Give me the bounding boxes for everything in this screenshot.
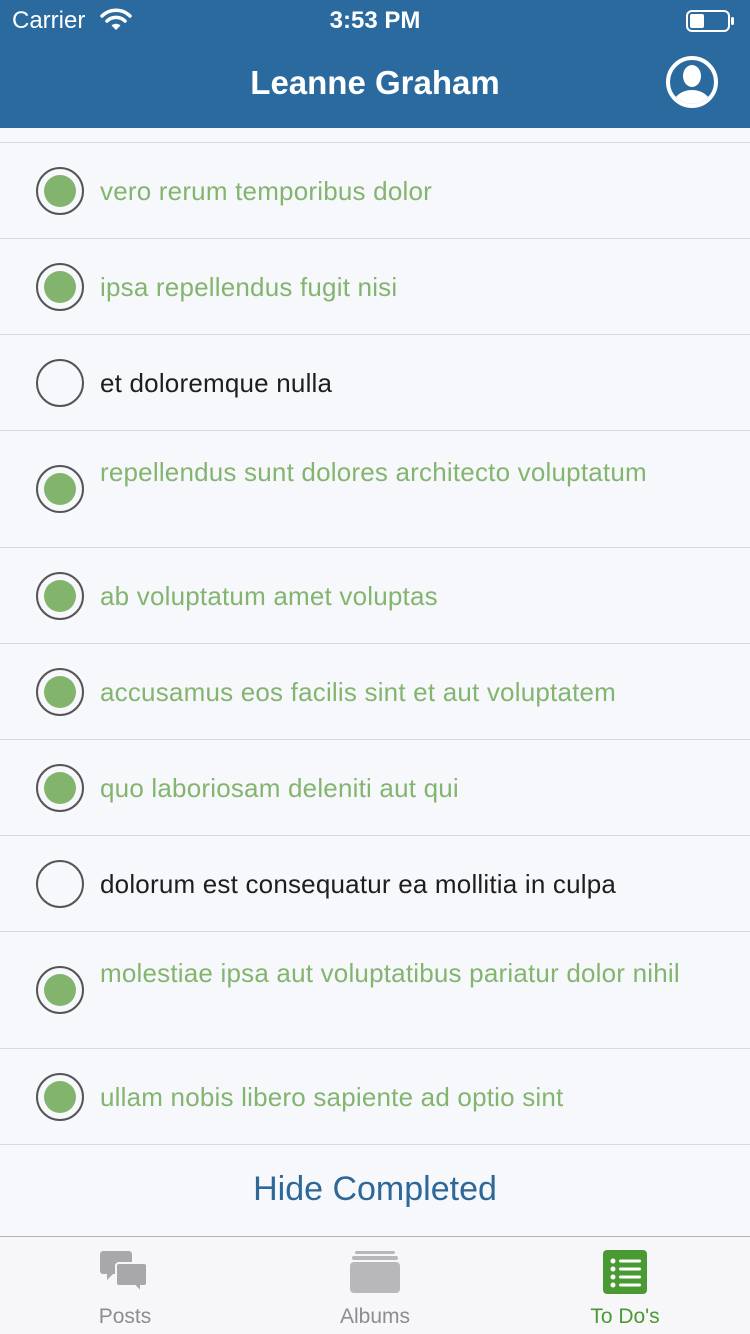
status-time: 3:53 PM <box>329 7 421 34</box>
tab-posts[interactable]: Posts <box>0 1237 250 1334</box>
hide-completed-button[interactable]: Hide Completed <box>0 1170 750 1209</box>
todo-text: et doloremque nulla <box>100 368 333 398</box>
todo-text: ipsa repellendus fugit nisi <box>100 272 398 302</box>
todo-row[interactable]: vero rerum temporibus dolor <box>0 143 750 239</box>
todo-text: molestiae ipsa aut voluptatibus pariatur… <box>100 958 680 988</box>
unchecked-circle-icon[interactable] <box>36 358 84 407</box>
checked-circle-icon[interactable] <box>36 763 84 812</box>
tab-albums[interactable]: Albums <box>250 1237 500 1334</box>
albums-stack-icon <box>350 1251 400 1293</box>
tab-bar: Posts Albums To Do's <box>0 1236 750 1334</box>
checked-circle-icon[interactable] <box>36 667 84 716</box>
todo-row[interactable]: dolorum est consequatur ea mollitia in c… <box>0 836 750 932</box>
todo-text: ab voluptatum amet voluptas <box>100 581 438 611</box>
person-circle-icon <box>666 56 718 108</box>
todo-row[interactable]: ullam nobis libero sapiente ad optio sin… <box>0 1049 750 1145</box>
tab-posts-label: Posts <box>98 1305 152 1328</box>
todo-row[interactable]: ab voluptatum amet voluptas <box>0 548 750 644</box>
battery-icon <box>686 9 736 40</box>
todo-text: accusamus eos facilis sint et aut volupt… <box>100 677 617 707</box>
page-title: Leanne Graham <box>250 64 500 101</box>
todo-text: vero rerum temporibus dolor <box>100 176 432 206</box>
tab-todos[interactable]: To Do's <box>500 1237 750 1334</box>
todo-text: ullam nobis libero sapiente ad optio sin… <box>100 1082 564 1112</box>
checked-circle-icon[interactable] <box>36 1072 84 1121</box>
app-header: Carrier 3:53 PM Leanne Graham <box>0 0 750 128</box>
checked-circle-icon[interactable] <box>36 465 84 513</box>
todo-text: repellendus sunt dolores architecto volu… <box>100 457 647 487</box>
checked-circle-icon[interactable] <box>36 262 84 311</box>
chat-bubbles-icon <box>100 1251 148 1295</box>
todo-row[interactable]: accusamus eos facilis sint et aut volupt… <box>0 644 750 740</box>
checked-circle-icon[interactable] <box>36 966 84 1014</box>
profile-button[interactable] <box>665 55 719 109</box>
todo-row[interactable]: repellendus sunt dolores architecto volu… <box>0 431 750 548</box>
tab-todos-label: To Do's <box>590 1305 660 1328</box>
todo-row[interactable]: quo laboriosam deleniti aut qui <box>0 740 750 836</box>
checklist-icon <box>603 1250 647 1294</box>
todo-list: vero rerum temporibus dolor ipsa repellen… <box>0 142 750 1145</box>
status-bar: Carrier 3:53 PM <box>0 0 750 40</box>
todo-text: dolorum est consequatur ea mollitia in c… <box>100 869 617 899</box>
todo-row[interactable]: molestiae ipsa aut voluptatibus pariatur… <box>0 932 750 1049</box>
checked-circle-icon[interactable] <box>36 166 84 215</box>
tab-albums-label: Albums <box>339 1305 411 1328</box>
todo-row[interactable]: ipsa repellendus fugit nisi <box>0 239 750 335</box>
unchecked-circle-icon[interactable] <box>36 859 84 908</box>
todo-row[interactable]: et doloremque nulla <box>0 335 750 431</box>
todo-text: quo laboriosam deleniti aut qui <box>100 773 459 803</box>
checked-circle-icon[interactable] <box>36 571 84 620</box>
